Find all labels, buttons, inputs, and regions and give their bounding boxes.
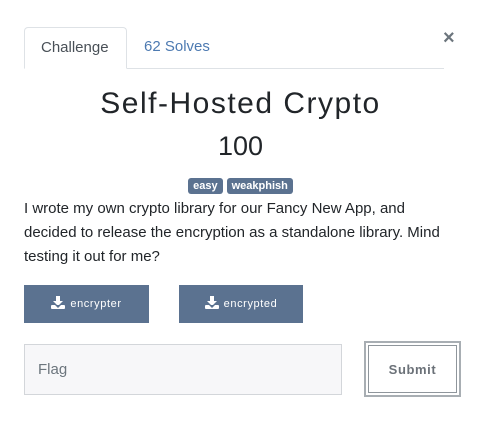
download-icon [204, 296, 219, 310]
challenge-points: 100 [217, 131, 264, 161]
challenge-title: Self-Hosted Crypto [100, 87, 381, 120]
file-download-label: encrypter [70, 298, 122, 310]
close-icon[interactable]: × [443, 27, 455, 49]
tab-challenge[interactable]: Challenge [24, 27, 127, 69]
file-download-button[interactable]: encrypter [24, 285, 149, 323]
challenge-description: I wrote my own crypto library for our Fa… [24, 200, 440, 265]
tab-solves[interactable]: 62 Solves [128, 27, 226, 69]
challenge-modal: Challenge 62 Solves × Self-Hosted Crypto… [0, 0, 481, 432]
tag-badge: weakphish [226, 178, 293, 194]
download-icon [51, 296, 66, 310]
tab-bar: Challenge 62 Solves [24, 27, 444, 69]
file-download-button[interactable]: encrypted [179, 285, 303, 323]
file-download-label: encrypted [223, 298, 278, 310]
flag-input[interactable] [24, 344, 342, 395]
tag-badge: easy [188, 178, 223, 194]
submit-button[interactable]: Submit [364, 341, 461, 397]
tag-list: easy weakphish [0, 178, 481, 194]
